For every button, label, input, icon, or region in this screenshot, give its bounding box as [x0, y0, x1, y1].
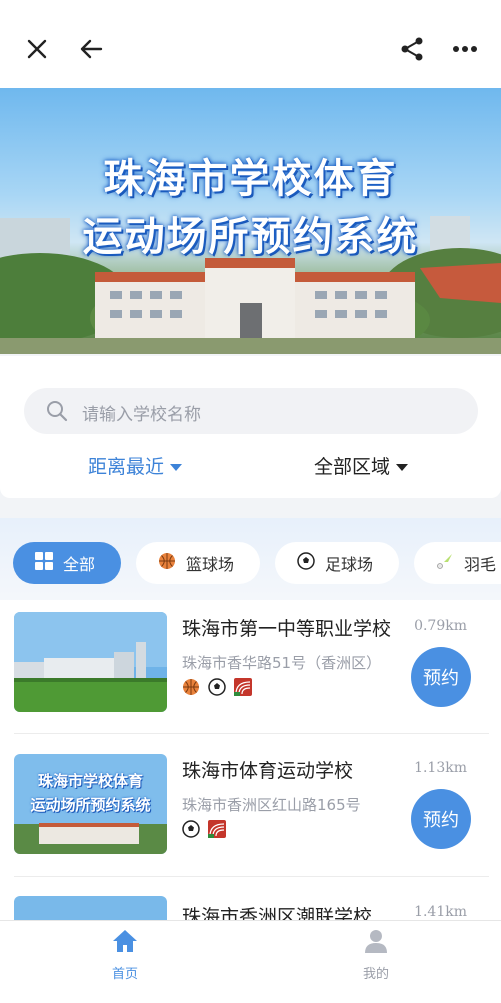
basketball-icon: [182, 678, 200, 700]
tab-soccer[interactable]: 足球场: [275, 542, 399, 584]
thumb-title-line2: 运动场所预约系统: [30, 796, 151, 814]
hero-banner: 珠海市学校体育 运动场所预约系统: [0, 88, 501, 354]
soccer-ball-icon: [297, 552, 315, 574]
list-item[interactable]: 珠海市香洲区潮联学校 1.41km: [0, 886, 501, 920]
caret-down-icon: [170, 464, 183, 471]
venue-address: 珠海市香洲区红山路165号: [182, 796, 361, 814]
area-filter-label: 全部区域: [314, 456, 391, 478]
search-icon: [46, 400, 68, 426]
thumb-title-line1: 珠海市学校体育: [37, 772, 143, 790]
area-filter-dropdown[interactable]: 全部区域: [314, 452, 409, 479]
facility-icons: [182, 820, 226, 842]
nav-home[interactable]: 首页: [85, 929, 165, 982]
home-icon: [85, 929, 165, 957]
nav-mine-label: 我的: [362, 967, 389, 982]
list-item[interactable]: 珠海市第一中等职业学校 珠海市香华路51号（香洲区） 0.79km 预约: [0, 600, 501, 742]
tab-basketball[interactable]: 篮球场: [136, 542, 260, 584]
running-track-icon: [208, 820, 226, 842]
divider: [14, 876, 489, 877]
distance-sort-label: 距离最近: [88, 456, 165, 478]
tab-label: 足球场: [325, 555, 374, 574]
tab-all[interactable]: 全部: [13, 542, 121, 584]
venue-name: 珠海市体育运动学校: [182, 760, 354, 782]
tab-label: 羽毛: [464, 555, 497, 574]
book-button[interactable]: 预约: [411, 647, 471, 707]
tab-badminton[interactable]: 羽毛: [414, 542, 501, 584]
distance-sort-dropdown[interactable]: 距离最近: [88, 452, 183, 479]
search-placeholder: 请输入学校名称: [82, 405, 201, 425]
banner-title-line2: 运动场所预约系统: [82, 214, 419, 260]
venue-name: 珠海市第一中等职业学校: [182, 618, 392, 640]
caret-down-icon: [396, 464, 409, 471]
divider: [14, 733, 489, 734]
venue-thumbnail: [14, 612, 167, 712]
soccer-ball-icon: [182, 820, 200, 842]
venue-thumbnail: [14, 896, 167, 920]
grid-icon: [35, 552, 53, 574]
search-card: 请输入学校名称 距离最近 全部区域: [0, 356, 501, 498]
bottom-navigation: 首页 我的: [0, 920, 501, 1003]
venue-distance: 1.41km: [414, 904, 467, 920]
close-icon[interactable]: [18, 30, 56, 68]
venue-address: 珠海市香华路51号（香洲区）: [182, 654, 382, 672]
top-bar: [0, 0, 501, 88]
category-tabs: 全部 篮球场 足球场 羽毛: [0, 518, 501, 608]
soccer-ball-icon: [208, 678, 226, 700]
arrow-left-icon[interactable]: [72, 30, 110, 68]
venue-distance: 0.79km: [414, 618, 467, 634]
facility-icons: [182, 678, 252, 700]
basketball-icon: [158, 552, 176, 574]
venue-name: 珠海市香洲区潮联学校: [182, 906, 373, 920]
nav-mine[interactable]: 我的: [336, 929, 416, 982]
tab-label: 全部: [63, 555, 96, 574]
venue-thumbnail: 珠海市学校体育 运动场所预约系统: [14, 754, 167, 854]
tab-label: 篮球场: [186, 555, 235, 574]
list-item[interactable]: 珠海市学校体育 运动场所预约系统 珠海市体育运动学校 珠海市香洲区红山路165号…: [0, 742, 501, 884]
user-icon: [336, 929, 416, 957]
venue-distance: 1.13km: [414, 760, 467, 776]
book-button[interactable]: 预约: [411, 789, 471, 849]
shuttlecock-icon: [436, 552, 454, 574]
search-input[interactable]: 请输入学校名称: [24, 388, 478, 434]
share-icon[interactable]: [393, 30, 431, 68]
banner-title-line1: 珠海市学校体育: [103, 156, 398, 202]
venue-list: 珠海市第一中等职业学校 珠海市香华路51号（香洲区） 0.79km 预约 珠海市…: [0, 600, 501, 920]
more-horizontal-icon[interactable]: [446, 30, 484, 68]
nav-home-label: 首页: [111, 967, 138, 982]
running-track-icon: [234, 678, 252, 700]
